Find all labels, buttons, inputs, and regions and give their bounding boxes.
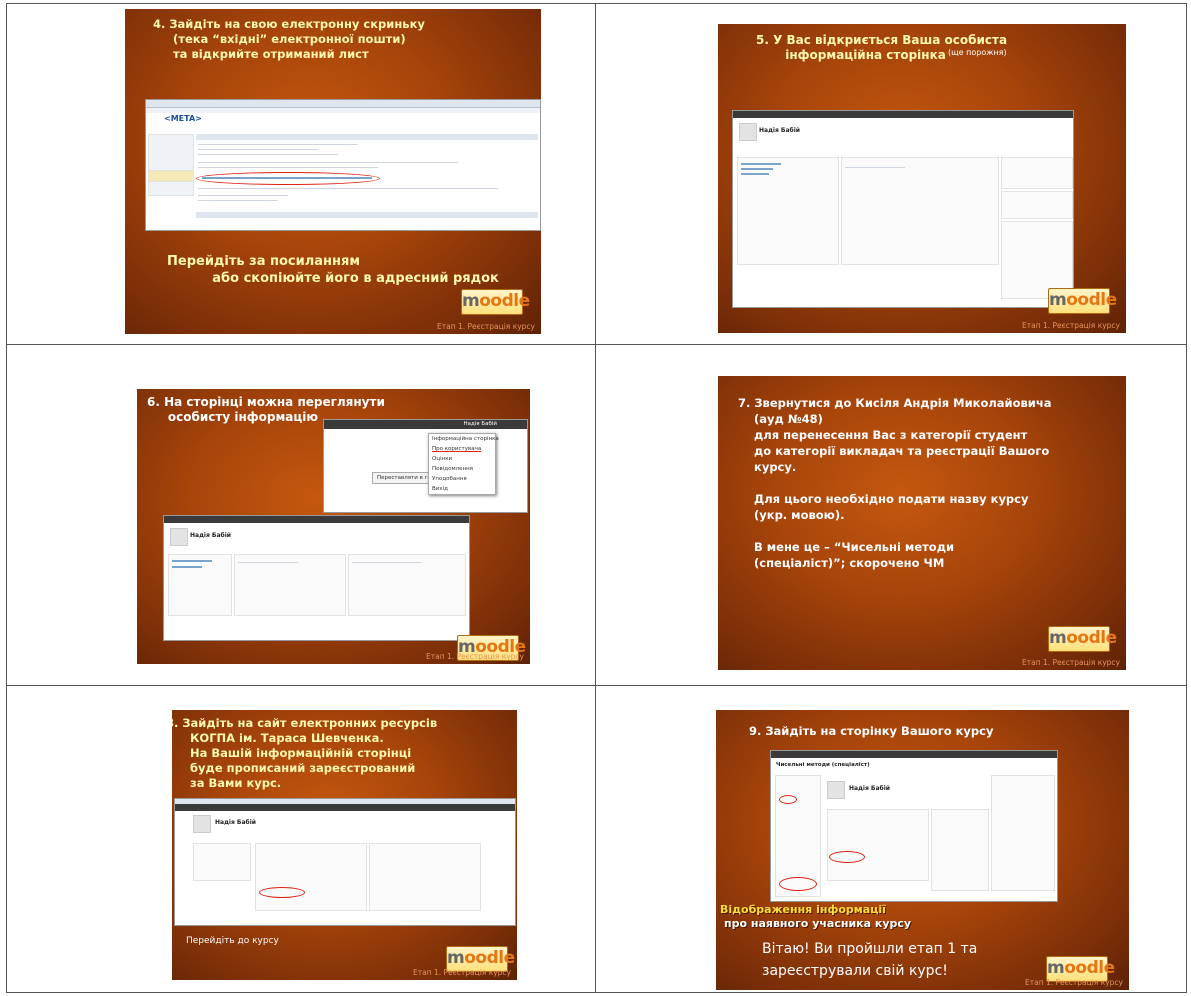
teacher-highlight <box>829 851 865 863</box>
menu-item-logout[interactable]: Вихід <box>429 484 495 494</box>
slide-8-title: 8. Зайдіть на сайт електронних ресурсів … <box>172 716 438 790</box>
menu-item-messages[interactable]: Повідомлення <box>429 464 495 474</box>
info-page-screenshot: Надія Бабій <box>732 110 1074 308</box>
slide-footer: Етап 1. Реєстрація курсу <box>412 968 511 977</box>
slide-5-title-note: (ще порожня) <box>948 48 1007 57</box>
slide-7-line5: курсу. <box>738 460 797 474</box>
slide-7: 7. Звернутися до Кисіля Андрія Миколайов… <box>718 376 1126 670</box>
grid-line-right <box>1186 3 1187 993</box>
slide-footer: Етап 1. Реєстрація курсу <box>1021 321 1120 330</box>
mail-screenshot: <META> <box>145 99 541 231</box>
user-menu-screenshot: Надія Бабій Переставляти в головну <box>323 419 528 513</box>
grid-line-left <box>6 3 7 993</box>
slide-7-line1: 7. Звернутися до Кисіля Андрія Миколайов… <box>738 396 1052 410</box>
grid-line-row1 <box>6 344 1187 345</box>
slide-7-line2: (ауд №48) <box>738 412 823 426</box>
slide-footer: Етап 1. Реєстрація курсу <box>425 652 524 661</box>
mail-logo: <META> <box>164 114 202 123</box>
profile-screenshot: Надія Бабій <box>163 515 470 641</box>
course-page-screenshot: Чисельні методи (спеціаліст) Надія Бабій <box>770 750 1058 902</box>
participant-highlight <box>779 795 797 804</box>
slide-7-line3: для перенесення Вас з категорії студент <box>738 428 1028 442</box>
slide-4-title: 4. Зайдіть на свою електронну скриньку (… <box>153 17 425 61</box>
slide-9-caption2: про наявного учасника курсу <box>724 917 912 930</box>
slide-footer: Етап 1. Реєстрація курсу <box>1021 658 1120 667</box>
grid-line-top <box>6 3 1187 4</box>
user-name: Надія Бабій <box>215 819 256 826</box>
slide-5: 5. У Вас відкриється Ваша особиста інфор… <box>718 24 1126 333</box>
slide-7-line9: (спеціаліст)”; скорочено ЧМ <box>738 556 945 570</box>
menu-item-dashboard[interactable]: Інформаційна сторінка <box>429 434 499 444</box>
slide-footer: Етап 1. Реєстрація курсу <box>1024 978 1123 987</box>
user-name: Надія Бабій <box>463 421 497 427</box>
grid-line-row2 <box>6 685 1187 686</box>
moodle-logo: moodle <box>1048 288 1117 314</box>
slide-9-caption1: Відображення інформації <box>720 903 886 916</box>
moodle-logo: moodle <box>461 289 530 315</box>
user-name: Надія Бабій <box>190 532 231 539</box>
slide-7-line4: до категорії викладач та реєстрації Вашо… <box>738 444 1050 458</box>
slide-8-body: Перейдіть до курсу <box>186 936 279 946</box>
link-highlight <box>196 172 380 185</box>
slide-4: 4. Зайдіть на свою електронну скриньку (… <box>125 9 541 334</box>
menu-item-preferences[interactable]: Уподобання <box>429 474 495 484</box>
slide-7-line8: В мене це – “Чисельні методи <box>738 540 955 554</box>
user-dropdown-menu: Інформаційна сторінка Про користувача Оц… <box>428 433 499 495</box>
slide-footer: Етап 1. Реєстрація курсу <box>436 322 535 331</box>
course-list-screenshot: Надія Бабій <box>174 798 516 926</box>
grid-line-middle <box>595 3 596 993</box>
role-highlight <box>779 877 817 891</box>
slide-9-title: 9. Зайдіть на сторінку Вашого курсу <box>749 724 994 738</box>
user-name: Надія Бабій <box>759 127 800 134</box>
slide-4-body: Перейдіть за посиланням або скопіюйте йо… <box>167 254 499 286</box>
menu-item-profile[interactable]: Про користувача <box>429 444 495 454</box>
slide-9: 9. Зайдіть на сторінку Вашого курсу Чисе… <box>716 710 1129 990</box>
slide-8: 8. Зайдіть на сайт електронних ресурсів … <box>172 710 517 980</box>
course-title: Чисельні методи (спеціаліст) <box>776 762 870 768</box>
course-highlight <box>259 887 305 898</box>
slide-6: 6. На сторінці можна переглянути особист… <box>137 389 530 664</box>
slide-7-line6: Для цього необхідно подати назву курсу <box>738 492 1029 506</box>
slide-9-body: Вітаю! Ви пройшли етап 1 та зареєструвал… <box>762 941 978 979</box>
grid-line-bottom <box>6 992 1187 993</box>
menu-item-grades[interactable]: Оцінки <box>429 454 495 464</box>
slide-7-line7: (укр. мовою). <box>738 508 845 522</box>
moodle-logo: moodle <box>1048 626 1117 652</box>
user-name: Надія Бабій <box>849 785 890 792</box>
